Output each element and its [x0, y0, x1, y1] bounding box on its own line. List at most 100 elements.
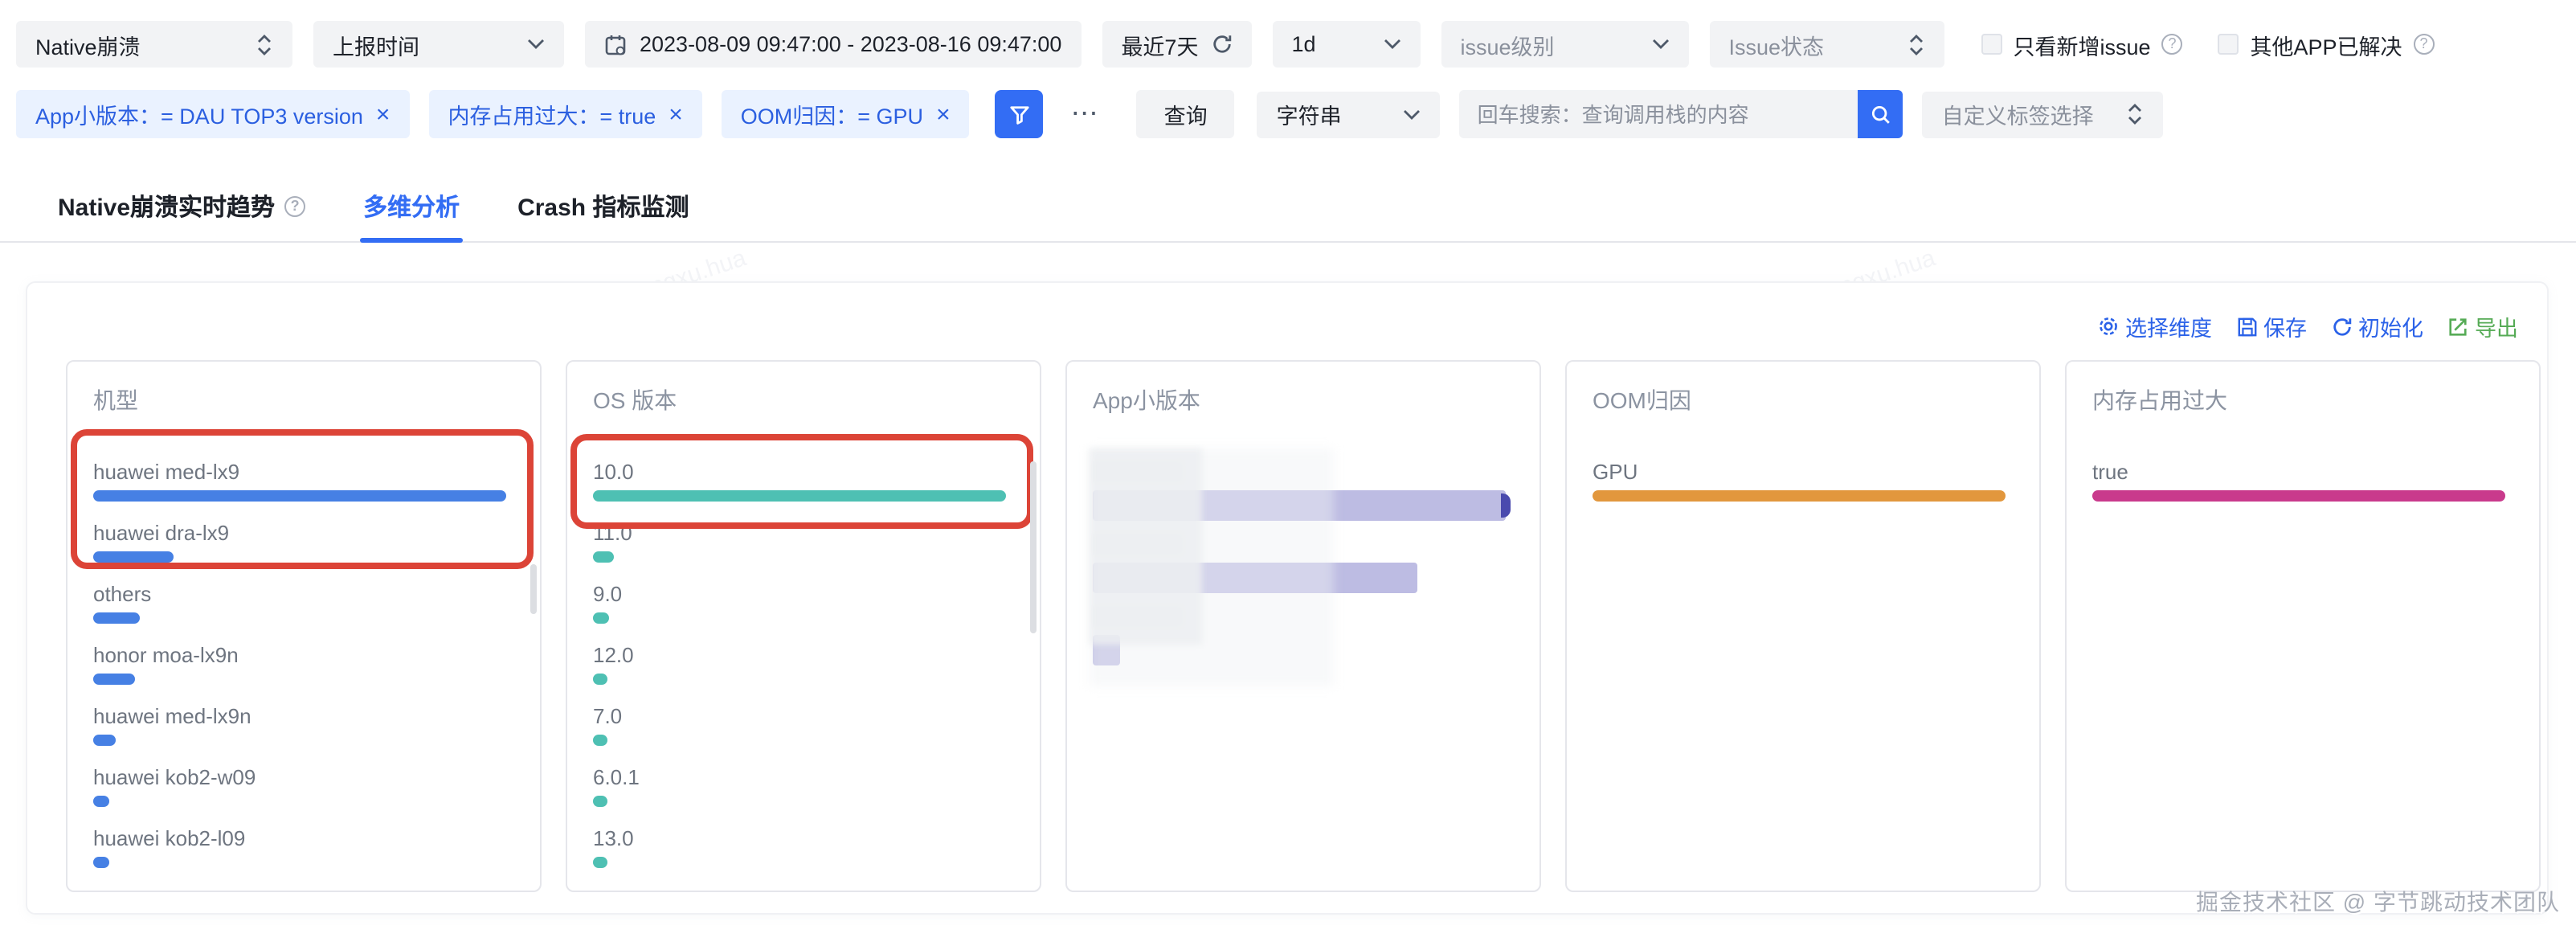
- crash-type-select[interactable]: Native崩溃: [16, 21, 292, 68]
- save-button[interactable]: 保存: [2236, 310, 2307, 342]
- chart-item: 13.0: [593, 828, 1014, 868]
- bar: [593, 674, 607, 685]
- filter-tag-oom[interactable]: OOM归因：= GPU ×: [722, 90, 970, 138]
- chart-item: 9.0: [593, 584, 1014, 624]
- only-new-issue-checkbox[interactable]: 只看新增issue ?: [1981, 28, 2182, 60]
- card-title: OOM归因: [1593, 384, 2014, 416]
- save-icon: [2236, 316, 2257, 337]
- bar-label: 12.0: [593, 645, 1014, 667]
- card-memory-overuse: 内存占用过大 true: [2065, 360, 2541, 892]
- filter-tags-bar: App小版本：= DAU TOP3 version × 内存占用过大：= tru…: [0, 68, 2576, 138]
- bar-list: [1093, 461, 1514, 665]
- bar: [1093, 635, 1120, 665]
- card-os-version: OS 版本 10.0 11.0 9.0 12.0: [566, 360, 1041, 892]
- quick-range-button[interactable]: 最近7天: [1102, 21, 1251, 68]
- close-icon[interactable]: ×: [936, 102, 951, 126]
- filter-tag-label: 内存占用过大：= true: [448, 98, 656, 130]
- filter-funnel-button[interactable]: [996, 90, 1044, 138]
- search-button[interactable]: [1858, 90, 1903, 138]
- scrollbar-thumb[interactable]: [1030, 461, 1037, 633]
- issue-level-select[interactable]: issue级别: [1441, 21, 1688, 68]
- query-button[interactable]: 查询: [1137, 90, 1235, 138]
- issue-level-placeholder: issue级别: [1460, 28, 1554, 60]
- filter-tag-memory[interactable]: 内存占用过大：= true ×: [428, 90, 701, 138]
- bar-list: true: [2092, 461, 2513, 502]
- bar-label: honor moa-lx9n: [93, 645, 514, 667]
- chevron-down-icon: [1651, 39, 1669, 50]
- bar: [593, 490, 1006, 502]
- bar: [593, 735, 607, 746]
- bar-label: GPU: [1593, 461, 2014, 484]
- date-range-picker[interactable]: 2023-08-09 09:47:00 - 2023-08-16 09:47:0…: [585, 21, 1081, 68]
- bar-list: huawei med-lx9 huawei dra-lx9 others hon…: [93, 461, 514, 868]
- search-icon: [1871, 104, 1891, 125]
- chart-item: true: [2092, 461, 2513, 502]
- tab-bar: Native崩溃实时趋势 ? 多维分析 Crash 指标监测: [0, 180, 2576, 243]
- chart-item: 10.0: [593, 461, 1014, 502]
- time-field-select[interactable]: 上报时间: [313, 21, 564, 68]
- stack-search-input[interactable]: [1460, 90, 1858, 138]
- tab-label: 多维分析: [363, 190, 460, 223]
- other-app-resolved-label: 其他APP已解决: [2251, 28, 2402, 60]
- help-icon: ?: [2162, 34, 2183, 55]
- init-button[interactable]: 初始化: [2331, 310, 2423, 342]
- scrollbar-thumb[interactable]: [530, 564, 537, 614]
- bar: [593, 612, 610, 624]
- bar-label: true: [2092, 461, 2513, 484]
- match-type-value: 字符串: [1277, 98, 1342, 130]
- help-icon: ?: [2414, 34, 2435, 55]
- tab-multi-dimension[interactable]: 多维分析: [360, 180, 463, 241]
- redacted-label: [1093, 534, 1183, 555]
- close-icon[interactable]: ×: [669, 102, 683, 126]
- export-icon: [2447, 316, 2468, 337]
- date-range-value: 2023-08-09 09:47:00 - 2023-08-16 09:47:0…: [640, 32, 1061, 56]
- bar: [2092, 490, 2505, 502]
- bar: [1093, 563, 1417, 593]
- bar: [1093, 490, 1506, 521]
- bar-label: huawei med-lx9: [93, 461, 514, 484]
- more-filters-button[interactable]: ⋯: [1063, 98, 1108, 130]
- checkbox-icon[interactable]: [2218, 34, 2239, 55]
- chevron-down-icon: [527, 39, 545, 50]
- filter-tag-label: OOM归因：= GPU: [741, 98, 923, 130]
- stack-search: [1460, 90, 1903, 138]
- issue-status-select[interactable]: Issue状态: [1709, 21, 1944, 68]
- export-button[interactable]: 导出: [2447, 310, 2518, 342]
- select-dimension-label: 选择维度: [2125, 310, 2212, 342]
- checkbox-group: 只看新增issue ? 其他APP已解决 ?: [1981, 28, 2434, 60]
- bar-label: 6.0.1: [593, 767, 1014, 789]
- filter-toolbar: Native崩溃 上报时间 2023-08-09 09:47:00 - 2023…: [0, 0, 2576, 68]
- bar: [93, 551, 174, 563]
- panel-actions: 选择维度 保存 初始化 导出: [2096, 310, 2518, 342]
- bar: [593, 857, 607, 868]
- match-type-select[interactable]: 字符串: [1257, 91, 1441, 137]
- tab-native-crash-trend[interactable]: Native崩溃实时趋势 ?: [55, 180, 309, 241]
- granularity-select[interactable]: 1d: [1272, 21, 1420, 68]
- calendar-icon: [604, 33, 627, 55]
- filter-tag-app-version[interactable]: App小版本：= DAU TOP3 version ×: [16, 90, 409, 138]
- select-dimension-button[interactable]: 选择维度: [2096, 310, 2212, 342]
- other-app-resolved-checkbox[interactable]: 其他APP已解决 ?: [2218, 28, 2435, 60]
- quick-range-value: 最近7天: [1121, 28, 1198, 60]
- chart-item: huawei dra-lx9: [93, 522, 514, 563]
- bar-label: huawei kob2-l09: [93, 828, 514, 850]
- bar: [1593, 490, 2006, 502]
- close-icon[interactable]: ×: [376, 102, 390, 126]
- save-label: 保存: [2263, 310, 2307, 342]
- bar-list: GPU: [1593, 461, 2014, 502]
- custom-tag-select[interactable]: 自定义标签选择: [1923, 91, 2164, 137]
- sorter-icon: [1907, 33, 1924, 55]
- chart-item: 6.0.1: [593, 767, 1014, 807]
- chart-item: others: [93, 584, 514, 624]
- bar: [93, 490, 506, 502]
- redacted-label: [1093, 606, 1183, 627]
- custom-tag-placeholder: 自定义标签选择: [1942, 98, 2094, 130]
- crash-type-value: Native崩溃: [35, 28, 141, 60]
- bar-label: huawei kob2-w09: [93, 767, 514, 789]
- checkbox-icon[interactable]: [1981, 34, 2002, 55]
- site-watermark: 掘金技术社区 @ 字节跳动技术团队: [2196, 886, 2560, 918]
- dimension-cards: 机型 huawei med-lx9 huawei dra-lx9 others: [66, 360, 2541, 892]
- tab-crash-metrics[interactable]: Crash 指标监测: [514, 180, 692, 241]
- chart-item: huawei med-lx9: [93, 461, 514, 502]
- refresh-icon[interactable]: [1211, 34, 1232, 55]
